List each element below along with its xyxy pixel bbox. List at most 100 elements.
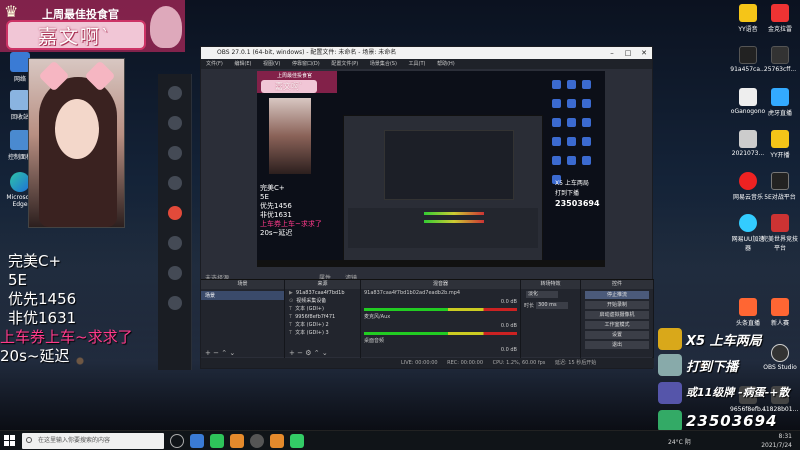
system-clock[interactable]: 8:31 2021/7/24	[761, 432, 792, 450]
character-icon	[658, 382, 682, 404]
gear-icon[interactable]: ⚙	[305, 349, 311, 357]
down-arrow-icon[interactable]: ⌄	[322, 349, 328, 357]
source-item[interactable]: T 文本 (GDI+) 2	[285, 321, 360, 329]
menu-edit[interactable]: 编辑(E)	[234, 61, 251, 67]
source-item[interactable]: ▶ 91a837caa4f7bd1b	[285, 289, 360, 297]
menu-help[interactable]: 帮助(H)	[437, 61, 455, 67]
exit-button[interactable]: 退出	[585, 341, 649, 349]
source-item[interactable]: T 9956f8efb7f471	[285, 313, 360, 321]
uu-accelerator-icon	[739, 214, 757, 232]
menu-profile[interactable]: 配置文件(P)	[331, 61, 358, 67]
nav-icon[interactable]	[167, 86, 182, 100]
weather-widget[interactable]: 24°C 阴	[668, 437, 691, 446]
streamer-name: 嘉文啊`	[38, 26, 113, 48]
add-icon[interactable]: +	[205, 349, 211, 357]
menu-tools[interactable]: 工具(T)	[409, 61, 426, 67]
nav-icon[interactable]	[167, 296, 182, 310]
obs-preview[interactable]: 上周最佳投食官 嘉文啊` 完美C+ 5E 优先1456 非优1631 上车券上车…	[257, 71, 605, 267]
desktop-icon-toutiao[interactable]: 头条直播	[730, 298, 766, 327]
remove-icon[interactable]: −	[213, 349, 219, 357]
desktop-icon-app[interactable]: 金克拉雷	[762, 4, 798, 33]
wechat-icon[interactable]	[210, 434, 224, 448]
scene-item[interactable]: 场景	[201, 291, 284, 300]
sources-title: 来源	[285, 280, 360, 289]
menu-scene-collection[interactable]: 场景集合(S)	[370, 61, 397, 67]
yy-icon	[739, 4, 757, 22]
overlay-line: 5E	[8, 271, 28, 289]
desktop-icon-uu[interactable]: 网易UU加速器	[730, 214, 766, 252]
preview-line: 非优1631	[260, 211, 292, 219]
app-icon[interactable]	[270, 434, 284, 448]
studio-mode-button[interactable]: 工作室模式	[585, 321, 649, 329]
source-item[interactable]: ⊙ 视频采集设备	[285, 297, 360, 305]
windows-start-icon[interactable]	[4, 435, 16, 447]
nav-icon[interactable]	[167, 116, 182, 130]
5e-icon	[771, 172, 789, 190]
stop-streaming-button[interactable]: 停止推流	[585, 291, 649, 299]
obs-titlebar[interactable]: OBS 27.0.1 (64-bit, windows) - 配置文件: 未命名…	[201, 47, 652, 59]
desktop-icon-file[interactable]: 91a457ca...	[730, 46, 766, 73]
taskbar: 在这里输入你要搜索的内容 24°C 阴 8:31 2021/7/24	[0, 430, 800, 450]
mixer-channel-name: 桌面音频	[364, 338, 385, 344]
taskbar-search-input[interactable]: 在这里输入你要搜索的内容	[22, 433, 164, 449]
nav-icon[interactable]	[167, 176, 182, 190]
menu-file[interactable]: 文件(F)	[206, 61, 223, 67]
volume-meter[interactable]	[364, 308, 517, 311]
nav-icon[interactable]	[167, 146, 182, 160]
rec-time: REC: 00:00:00	[447, 360, 484, 366]
desktop-icon-label: 完美世界竞技平台	[762, 236, 799, 252]
document-icon	[739, 88, 757, 106]
nav-icon[interactable]	[167, 266, 182, 280]
maximize-button[interactable]: □	[620, 47, 636, 59]
obs-taskbar-icon[interactable]	[250, 434, 264, 448]
menu-view[interactable]: 视图(V)	[263, 61, 280, 67]
netease-music-icon	[739, 172, 757, 190]
minimize-button[interactable]: –	[604, 47, 620, 59]
close-button[interactable]: ✕	[636, 47, 652, 59]
desktop-icon-perfect-world[interactable]: 完美世界竞技平台	[762, 214, 798, 252]
up-arrow-icon[interactable]: ⌃	[314, 349, 320, 357]
obs-docks: 场景 场景 + − ⌃ ⌄ 来源 ▶ 91a837caa4f7bd1b ⊙ 视频采集…	[201, 279, 654, 358]
nav-icon[interactable]	[167, 236, 182, 250]
desktop-icon-5e[interactable]: 5E对战平台	[762, 172, 798, 201]
transition-select[interactable]: 淡化	[526, 291, 558, 298]
duration-input[interactable]: 300 ms	[536, 302, 569, 309]
desktop-icon-netease[interactable]: 网易云音乐	[730, 172, 766, 201]
nested-audio-meter	[424, 220, 484, 223]
start-recording-button[interactable]: 开始录制	[585, 301, 649, 309]
up-arrow-icon[interactable]: ⌃	[221, 349, 227, 357]
mixer-channel-name: 91a837caa4f7bd1b02ad7eadb2b.mp4	[364, 290, 461, 296]
desktop-icon-yy[interactable]: YY语音	[730, 4, 766, 33]
source-item[interactable]: T 文本 (GDI+) 3	[285, 329, 360, 337]
preview-banner-title: 上周最佳投食官	[277, 73, 313, 79]
menu-docks[interactable]: 停靠窗口(D)	[292, 61, 320, 67]
sources-footer: + − ⚙ ⌃ ⌄	[285, 349, 360, 358]
browser-icon[interactable]	[190, 434, 204, 448]
app-icon	[771, 4, 789, 22]
desktop-icon-new[interactable]: 新人赛	[762, 298, 798, 327]
remove-icon[interactable]: −	[297, 349, 303, 357]
desktop-icon-file[interactable]: oGanogono	[730, 88, 766, 115]
down-arrow-icon[interactable]: ⌄	[229, 349, 235, 357]
desktop-icon-yy-live[interactable]: YY开播	[762, 130, 798, 159]
preview-badge: X5 上车两局	[555, 180, 589, 187]
virtual-camera-button[interactable]: 启动虚拟摄像机	[585, 311, 649, 319]
app-icon[interactable]	[230, 434, 244, 448]
mixer-channel-level: 0.0 dB	[500, 323, 517, 329]
mixer-channel-name: 麦克风/Aux	[364, 314, 391, 320]
add-icon[interactable]: +	[289, 349, 295, 357]
sources-dock: 来源 ▶ 91a837caa4f7bd1b ⊙ 视频采集设备 T 文本 (GDI+) …	[285, 280, 361, 358]
controls-dock: 控件 停止推流 开始录制 启动虚拟摄像机 工作室模式 设置 退出	[581, 280, 654, 358]
settings-button[interactable]: 设置	[585, 331, 649, 339]
nav-icon[interactable]	[167, 206, 182, 220]
nested-obs-preview	[384, 130, 514, 200]
desktop-icon-huya[interactable]: 虎牙直播	[762, 88, 798, 117]
volume-meter[interactable]	[364, 332, 517, 335]
app-icon[interactable]	[290, 434, 304, 448]
desktop-icon-file[interactable]: 2021073...	[730, 130, 766, 157]
source-item[interactable]: T 文本 (GDI+)	[285, 305, 360, 313]
desktop-icon-file[interactable]: 25763cff...	[762, 46, 798, 73]
task-view-icon[interactable]	[170, 434, 184, 448]
desktop-icon-label: YY语音	[738, 26, 758, 33]
perfect-world-icon	[771, 214, 789, 232]
